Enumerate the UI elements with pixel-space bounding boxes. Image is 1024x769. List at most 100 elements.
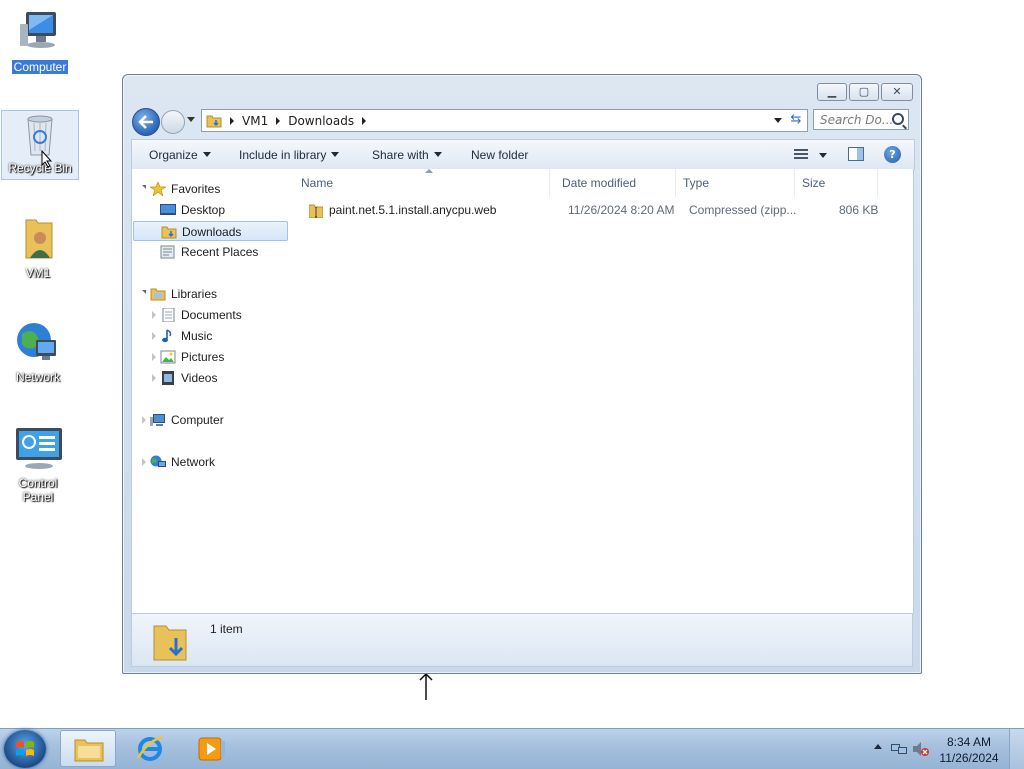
favorites-expander[interactable] [142,185,146,189]
column-date-label: Date modified [562,176,637,190]
taskbar-internet-explorer-button[interactable] [122,730,178,767]
breadcrumb-separator[interactable] [230,116,234,125]
tree-pictures[interactable]: Pictures [160,347,224,367]
search-placeholder: Search Do... [820,113,894,127]
computer-expander[interactable] [142,416,146,424]
explorer-window[interactable]: ▁ ▢ ✕ VM1 Downloads ⇆ Search Do... Organ [122,74,922,674]
downloads-folder-icon [206,114,222,128]
column-name-label: Name [301,176,334,190]
chevron-down-icon [331,152,340,157]
details-pane: 1 item [131,613,913,667]
taskbar: 8:34 AM 11/26/2024 [0,728,1024,769]
clock-time: 8:34 AM [946,735,992,749]
navigation-pane: Favorites Desktop Downloads Recent Place… [131,169,290,613]
tree-favorites[interactable]: Favorites [148,179,221,199]
network-status-icon[interactable] [890,741,908,757]
show-hidden-icons-chevron-icon[interactable] [874,744,882,749]
pictures-expander[interactable] [152,353,156,361]
taskbar-explorer-button[interactable] [60,730,116,767]
desktop-icon-label: Computer [10,59,70,75]
breadcrumb-vm1[interactable]: VM1 [242,114,268,128]
breadcrumb-downloads[interactable]: Downloads [288,114,354,128]
libraries-expander[interactable] [142,290,146,294]
include-in-library-menu[interactable]: Include in library [239,148,340,162]
tree-computer[interactable]: Computer [150,410,224,430]
tree-favorites-label: Favorites [171,182,221,196]
minimize-button[interactable]: ▁ [817,83,847,101]
tree-recent-places[interactable]: Recent Places [160,242,258,262]
taskbar-clock[interactable]: 8:34 AM 11/26/2024 [934,734,1004,766]
column-header-size[interactable]: Size [796,169,878,197]
network-expander[interactable] [142,458,146,466]
start-button[interactable] [4,730,46,768]
tree-recent-places-label: Recent Places [181,245,259,259]
desktop-icon-user-folder[interactable]: VM1 [0,214,76,280]
breadcrumb-separator[interactable] [276,116,281,125]
tree-documents[interactable]: Documents [160,305,242,325]
downloads-icon [161,225,177,239]
recent-pages-dropdown[interactable] [187,117,195,122]
computer-icon [16,8,64,56]
organize-label: Organize [149,148,198,162]
address-bar[interactable]: VM1 Downloads [201,109,787,132]
show-desktop-button[interactable] [1009,729,1024,769]
documents-icon [160,307,176,323]
organize-menu[interactable]: Organize [149,148,211,162]
file-row[interactable]: paint.net.5.1.install.anycpu.web 11/26/2… [289,199,913,221]
file-type: Compressed (zipp... [689,203,797,217]
desktop-icon-computer[interactable]: Computer [2,8,78,75]
search-icon [892,113,904,125]
column-header-type[interactable]: Type [677,169,795,197]
tree-videos[interactable]: Videos [160,368,217,388]
tree-music[interactable]: Music [160,326,212,346]
videos-expander[interactable] [152,374,156,382]
film-strip-icon [160,371,176,385]
maximize-button[interactable]: ▢ [849,83,879,101]
desktop-icon-network[interactable]: Network [0,318,76,384]
desktop-icon-label: Control Panel [18,476,58,504]
help-icon[interactable]: ? [884,146,901,163]
navigation-bar: VM1 Downloads ⇆ Search Do... [131,107,913,136]
volume-muted-icon[interactable] [912,741,930,757]
column-header-date-modified[interactable]: Date modified [556,169,676,197]
preview-pane-icon[interactable] [848,147,864,161]
desktop-icon-control-panel[interactable]: Control Panel [0,424,76,504]
libraries-icon [150,287,166,301]
taskbar-media-player-button[interactable] [184,730,240,767]
music-expander[interactable] [152,332,156,340]
system-tray: 8:34 AM 11/26/2024 [864,729,1024,769]
desktop-icon-recycle-bin[interactable]: Recycle Bin [1,110,79,180]
tree-computer-label: Computer [171,413,224,427]
file-explorer-icon [74,739,104,762]
tree-network-label: Network [171,455,216,469]
new-folder-button[interactable]: New folder [471,148,528,162]
minimize-icon: ▁ [827,85,837,98]
share-with-menu[interactable]: Share with [372,148,442,162]
search-input[interactable]: Search Do... [813,109,909,130]
refresh-button[interactable]: ⇆ [785,109,808,132]
command-bar: Organize Include in library Share with N… [131,139,915,170]
downloads-folder-large-icon [152,620,188,665]
tree-network[interactable]: Network [150,452,215,472]
close-button[interactable]: ✕ [881,83,913,101]
tree-desktop[interactable]: Desktop [160,200,225,220]
breadcrumb-separator[interactable] [362,116,367,125]
file-list[interactable]: Name Date modified Type Size paint.net.5… [289,169,914,613]
forward-button[interactable] [161,110,185,134]
window-caption-buttons: ▁ ▢ ✕ [817,83,913,101]
tree-downloads[interactable]: Downloads [133,221,288,241]
tree-downloads-label: Downloads [182,225,242,239]
tree-libraries-label: Libraries [171,287,218,301]
back-button[interactable] [132,108,160,136]
tree-documents-label: Documents [181,308,242,322]
desktop-icon-label: Recycle Bin [8,161,72,175]
documents-expander[interactable] [152,311,156,319]
tree-desktop-label: Desktop [181,203,226,217]
tree-libraries[interactable]: Libraries [150,284,217,304]
view-options-dropdown[interactable] [819,153,827,158]
change-view-icon[interactable] [794,149,808,160]
chevron-down-icon [433,152,442,157]
address-history-dropdown[interactable] [774,118,782,123]
column-header-name[interactable]: Name [295,169,550,197]
chevron-down-icon [202,152,211,157]
